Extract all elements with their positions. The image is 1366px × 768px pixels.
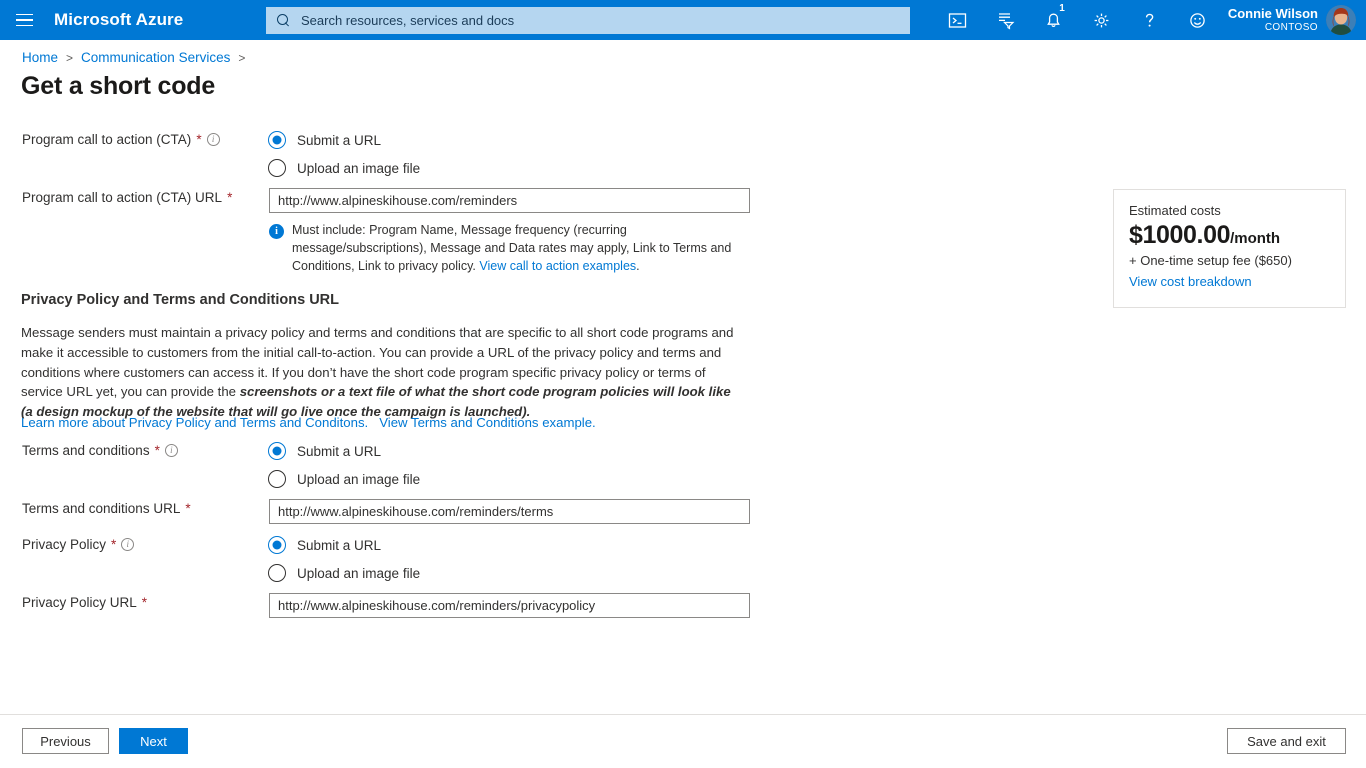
notifications-bell-icon[interactable]: 1 bbox=[1030, 0, 1078, 40]
cta-radio-submit-url-label: Submit a URL bbox=[297, 133, 381, 148]
cta-radio-upload-image[interactable]: Upload an image file bbox=[268, 154, 420, 182]
view-cta-examples-link[interactable]: View call to action examples bbox=[479, 259, 636, 273]
privacy-policy-url-label: Privacy Policy URL * bbox=[22, 595, 147, 610]
info-icon[interactable]: i bbox=[165, 444, 178, 457]
privacy-section-heading: Privacy Policy and Terms and Conditions … bbox=[21, 292, 339, 308]
notification-count-badge: 1 bbox=[1059, 4, 1065, 14]
privacy-section-paragraph: Message senders must maintain a privacy … bbox=[21, 323, 741, 422]
privacy-policy-radio-submit-url[interactable]: Submit a URL bbox=[268, 531, 420, 559]
terms-radio-upload-image[interactable]: Upload an image file bbox=[268, 465, 420, 493]
cta-label: Program call to action (CTA) * i bbox=[22, 132, 220, 147]
info-circle-icon: i bbox=[269, 224, 284, 239]
avatar[interactable] bbox=[1326, 5, 1356, 35]
terms-url-required-mark: * bbox=[185, 501, 190, 516]
search-icon bbox=[277, 14, 291, 28]
top-navigation-bar: Microsoft Azure 1 bbox=[0, 0, 1366, 40]
privacy-policy-radio-upload-image-label: Upload an image file bbox=[297, 566, 420, 581]
previous-button[interactable]: Previous bbox=[22, 728, 109, 754]
cta-radio-group: Submit a URL Upload an image file bbox=[268, 126, 420, 182]
radio-indicator[interactable] bbox=[268, 442, 286, 460]
cta-info-suffix: . bbox=[636, 259, 639, 273]
cost-amount-value: $1000.00 bbox=[1129, 221, 1230, 249]
privacy-policy-radio-group: Submit a URL Upload an image file bbox=[268, 531, 420, 587]
page-title: Get a short code bbox=[21, 72, 215, 101]
feedback-smiley-icon[interactable] bbox=[1174, 0, 1222, 40]
cta-info-message: i Must include: Program Name, Message fr… bbox=[269, 222, 759, 275]
next-button[interactable]: Next bbox=[119, 728, 188, 754]
privacy-policy-url-label-text: Privacy Policy URL bbox=[22, 595, 137, 610]
privacy-policy-radio-upload-image[interactable]: Upload an image file bbox=[268, 559, 420, 587]
account-text: Connie Wilson CONTOSO bbox=[1228, 7, 1318, 33]
cta-url-input[interactable] bbox=[269, 188, 750, 213]
info-icon[interactable]: i bbox=[207, 133, 220, 146]
cta-required-mark: * bbox=[196, 132, 201, 147]
radio-indicator[interactable] bbox=[268, 159, 286, 177]
privacy-policy-required-mark: * bbox=[111, 537, 116, 552]
settings-gear-icon[interactable] bbox=[1078, 0, 1126, 40]
directories-subscriptions-icon[interactable] bbox=[982, 0, 1030, 40]
view-cost-breakdown-link[interactable]: View cost breakdown bbox=[1129, 274, 1252, 289]
cloud-shell-icon[interactable] bbox=[934, 0, 982, 40]
breadcrumb-item-home[interactable]: Home bbox=[22, 50, 58, 65]
terms-label: Terms and conditions * i bbox=[22, 443, 178, 458]
top-nav-icon-group: 1 bbox=[934, 0, 1366, 40]
privacy-policy-url-required-mark: * bbox=[142, 595, 147, 610]
radio-indicator[interactable] bbox=[268, 131, 286, 149]
azure-brand-title[interactable]: Microsoft Azure bbox=[54, 10, 183, 30]
global-search[interactable] bbox=[266, 7, 910, 34]
privacy-policy-label: Privacy Policy * i bbox=[22, 537, 134, 552]
terms-url-label: Terms and conditions URL * bbox=[22, 501, 191, 516]
cta-url-required-mark: * bbox=[227, 190, 232, 205]
cost-amount-period: /month bbox=[1230, 230, 1280, 247]
one-time-setup-fee: + One-time setup fee ($650) bbox=[1129, 253, 1330, 268]
estimated-costs-card: Estimated costs $1000.00/month + One-tim… bbox=[1113, 189, 1346, 308]
cta-radio-submit-url[interactable]: Submit a URL bbox=[268, 126, 420, 154]
account-org: CONTOSO bbox=[1228, 22, 1318, 34]
terms-url-label-text: Terms and conditions URL bbox=[22, 501, 180, 516]
search-input[interactable] bbox=[299, 12, 902, 29]
breadcrumb-separator-icon-2: > bbox=[238, 51, 245, 65]
account-menu[interactable]: Connie Wilson CONTOSO bbox=[1222, 0, 1366, 40]
radio-indicator[interactable] bbox=[268, 536, 286, 554]
terms-label-text: Terms and conditions bbox=[22, 443, 150, 458]
terms-radio-submit-url-label: Submit a URL bbox=[297, 444, 381, 459]
radio-indicator[interactable] bbox=[268, 470, 286, 488]
terms-radio-upload-image-label: Upload an image file bbox=[297, 472, 420, 487]
terms-url-input[interactable] bbox=[269, 499, 750, 524]
footer-divider bbox=[0, 714, 1366, 715]
learn-more-privacy-link[interactable]: Learn more about Privacy Policy and Term… bbox=[21, 415, 368, 430]
menu-hamburger-icon[interactable] bbox=[0, 0, 48, 40]
radio-indicator[interactable] bbox=[268, 564, 286, 582]
cta-url-label-text: Program call to action (CTA) URL bbox=[22, 190, 222, 205]
terms-radio-submit-url[interactable]: Submit a URL bbox=[268, 437, 420, 465]
estimated-costs-amount: $1000.00/month bbox=[1129, 221, 1330, 250]
cta-info-text: Must include: Program Name, Message freq… bbox=[292, 222, 759, 275]
estimated-costs-title: Estimated costs bbox=[1129, 203, 1330, 218]
terms-radio-group: Submit a URL Upload an image file bbox=[268, 437, 420, 493]
breadcrumb-separator-icon: > bbox=[66, 51, 73, 65]
account-name: Connie Wilson bbox=[1228, 7, 1318, 22]
save-and-exit-button[interactable]: Save and exit bbox=[1227, 728, 1346, 754]
terms-required-mark: * bbox=[155, 443, 160, 458]
cta-radio-upload-image-label: Upload an image file bbox=[297, 161, 420, 176]
cta-url-label: Program call to action (CTA) URL * bbox=[22, 190, 232, 205]
privacy-policy-radio-submit-url-label: Submit a URL bbox=[297, 538, 381, 553]
privacy-links-row: Learn more about Privacy Policy and Term… bbox=[21, 413, 596, 433]
breadcrumb-item-communication-services[interactable]: Communication Services bbox=[81, 50, 230, 65]
help-question-icon[interactable] bbox=[1126, 0, 1174, 40]
view-terms-example-link[interactable]: View Terms and Conditions example. bbox=[379, 415, 595, 430]
privacy-policy-label-text: Privacy Policy bbox=[22, 537, 106, 552]
cta-label-text: Program call to action (CTA) bbox=[22, 132, 191, 147]
info-icon[interactable]: i bbox=[121, 538, 134, 551]
breadcrumb: Home > Communication Services > bbox=[22, 50, 245, 65]
privacy-policy-url-input[interactable] bbox=[269, 593, 750, 618]
